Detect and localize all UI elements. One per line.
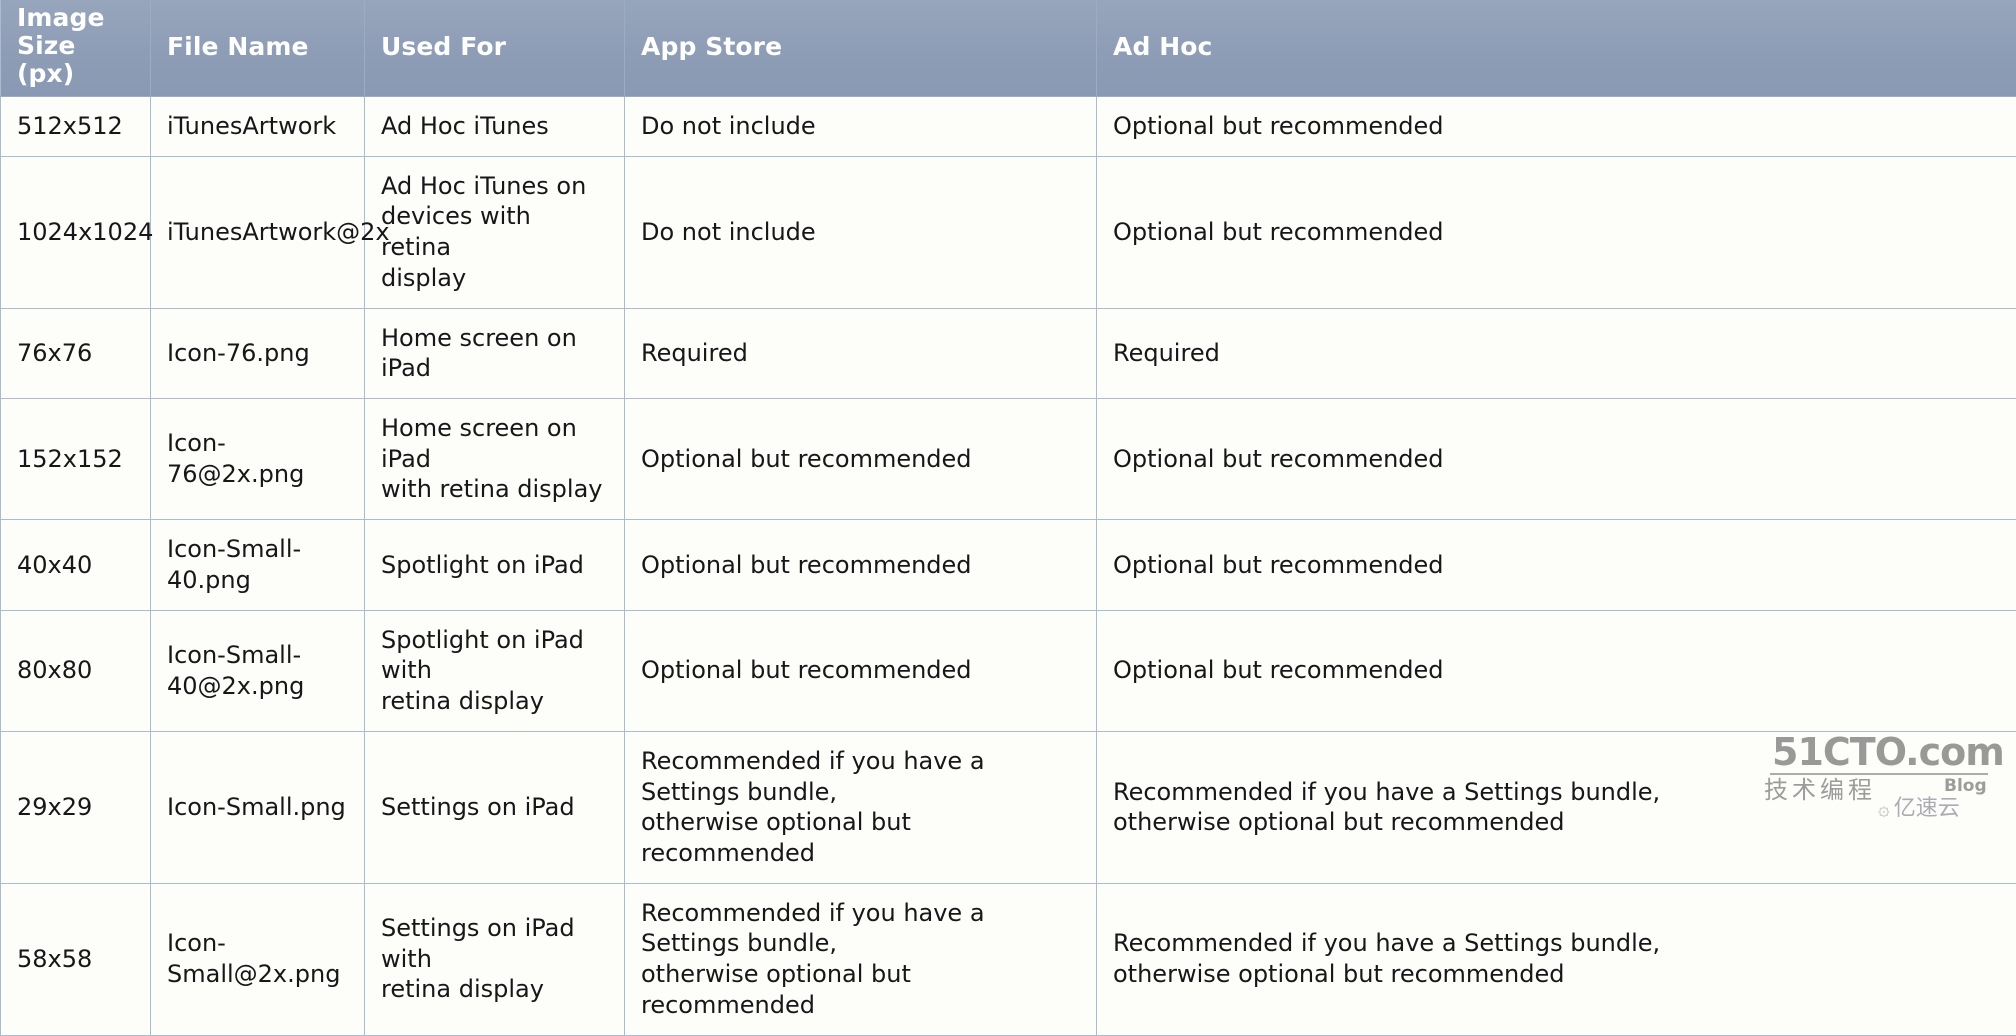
cell-used-for: Home screen on iPad (365, 308, 625, 398)
table-header: Image Size (px) File Name Used For App S… (1, 0, 2016, 97)
cell-file-name: iTunesArtwork (151, 97, 365, 157)
column-header-used-for: Used For (365, 0, 625, 97)
cell-app-store: Required (625, 308, 1097, 398)
column-header-ad-hoc: Ad Hoc (1097, 0, 2016, 97)
cell-ad-hoc: Optional but recommended (1097, 610, 2016, 731)
table-header-row: Image Size (px) File Name Used For App S… (1, 0, 2016, 97)
cell-ad-hoc: Required (1097, 308, 2016, 398)
icon-size-table: Image Size (px) File Name Used For App S… (0, 0, 2016, 1036)
table-row: 512x512 iTunesArtwork Ad Hoc iTunes Do n… (1, 97, 2016, 157)
cell-app-store: Optional but recommended (625, 610, 1097, 731)
cell-image-size: 152x152 (1, 399, 151, 520)
cell-ad-hoc: Optional but recommended (1097, 97, 2016, 157)
cell-file-name: Icon- Small@2x.png (151, 883, 365, 1035)
table-body: 512x512 iTunesArtwork Ad Hoc iTunes Do n… (1, 97, 2016, 1036)
table-row: 40x40 Icon-Small-40.png Spotlight on iPa… (1, 520, 2016, 610)
cell-used-for: Ad Hoc iTunes on devices with retina dis… (365, 156, 625, 308)
cell-app-store: Recommended if you have a Settings bundl… (625, 883, 1097, 1035)
cell-image-size: 512x512 (1, 97, 151, 157)
cell-app-store: Optional but recommended (625, 399, 1097, 520)
cell-image-size: 80x80 (1, 610, 151, 731)
cell-file-name: Icon-Small.png (151, 731, 365, 883)
cell-ad-hoc: Optional but recommended (1097, 156, 2016, 308)
cell-used-for: Home screen on iPad with retina display (365, 399, 625, 520)
column-header-app-store: App Store (625, 0, 1097, 97)
cell-app-store: Recommended if you have a Settings bundl… (625, 731, 1097, 883)
page-root: Image Size (px) File Name Used For App S… (0, 0, 2016, 818)
cell-ad-hoc: Recommended if you have a Settings bundl… (1097, 731, 2016, 883)
table-row: 152x152 Icon-76@2x.png Home screen on iP… (1, 399, 2016, 520)
column-header-file-name: File Name (151, 0, 365, 97)
table-row: 29x29 Icon-Small.png Settings on iPad Re… (1, 731, 2016, 883)
cell-file-name: Icon-Small- 40@2x.png (151, 610, 365, 731)
cell-file-name: Icon-Small-40.png (151, 520, 365, 610)
column-header-image-size: Image Size (px) (1, 0, 151, 97)
table-row: 1024x1024 iTunesArtwork@2x Ad Hoc iTunes… (1, 156, 2016, 308)
cell-file-name: Icon-76@2x.png (151, 399, 365, 520)
cell-image-size: 29x29 (1, 731, 151, 883)
cell-ad-hoc: Optional but recommended (1097, 399, 2016, 520)
cell-app-store: Optional but recommended (625, 520, 1097, 610)
cell-used-for: Settings on iPad (365, 731, 625, 883)
cell-image-size: 40x40 (1, 520, 151, 610)
cell-file-name: iTunesArtwork@2x (151, 156, 365, 308)
cell-ad-hoc: Optional but recommended (1097, 520, 2016, 610)
cell-app-store: Do not include (625, 156, 1097, 308)
table-row: 76x76 Icon-76.png Home screen on iPad Re… (1, 308, 2016, 398)
table-row: 80x80 Icon-Small- 40@2x.png Spotlight on… (1, 610, 2016, 731)
cell-image-size: 58x58 (1, 883, 151, 1035)
table-row: 58x58 Icon- Small@2x.png Settings on iPa… (1, 883, 2016, 1035)
cell-used-for: Spotlight on iPad with retina display (365, 610, 625, 731)
cell-image-size: 76x76 (1, 308, 151, 398)
cell-app-store: Do not include (625, 97, 1097, 157)
cell-image-size: 1024x1024 (1, 156, 151, 308)
cell-used-for: Ad Hoc iTunes (365, 97, 625, 157)
cell-used-for: Settings on iPad with retina display (365, 883, 625, 1035)
cell-file-name: Icon-76.png (151, 308, 365, 398)
cell-ad-hoc: Recommended if you have a Settings bundl… (1097, 883, 2016, 1035)
cell-used-for: Spotlight on iPad (365, 520, 625, 610)
